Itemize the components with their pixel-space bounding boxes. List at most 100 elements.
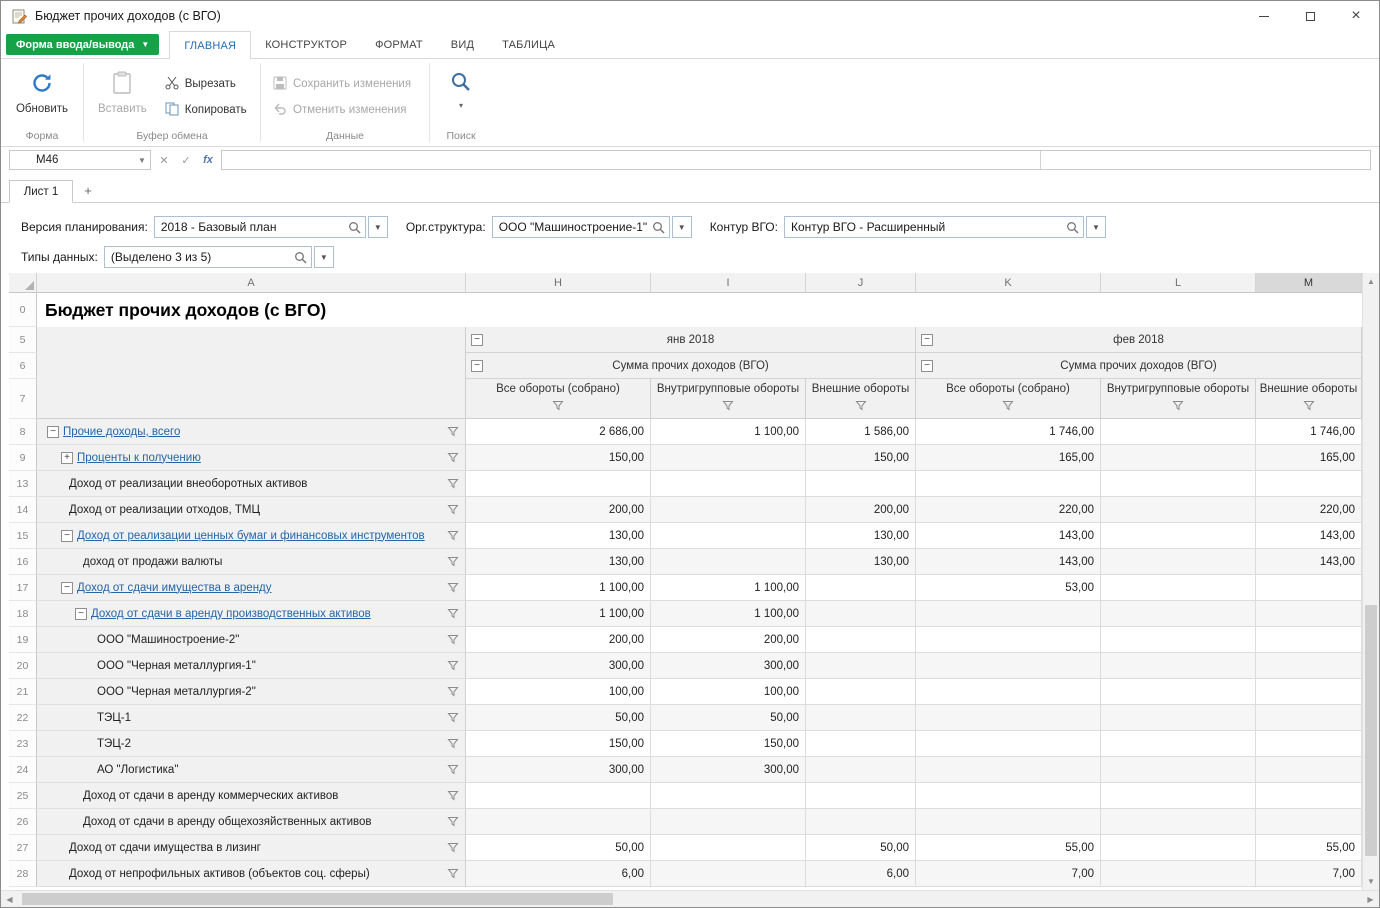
collapse-icon[interactable]: −	[61, 582, 73, 594]
row-label-cell[interactable]: −Доход от реализации ценных бумаг и фина…	[37, 523, 466, 549]
grid-cell[interactable]	[466, 471, 651, 497]
grid-cell[interactable]: 165,00	[1256, 445, 1362, 471]
formula-input[interactable]	[222, 151, 1040, 169]
ribbon-tab-3[interactable]: ВИД	[437, 31, 488, 58]
grid-cell[interactable]: 300,00	[651, 757, 806, 783]
maximize-button[interactable]	[1287, 1, 1333, 31]
grid-cell[interactable]: 50,00	[466, 835, 651, 861]
grid-cell[interactable]	[1256, 783, 1362, 809]
collapse-icon[interactable]: −	[471, 334, 483, 346]
filter-icon[interactable]	[447, 426, 459, 437]
grid-cell[interactable]	[1101, 627, 1256, 653]
grid-cell[interactable]	[806, 705, 916, 731]
row-header-21[interactable]: 21	[9, 679, 37, 705]
ribbon-tab-0[interactable]: ГЛАВНАЯ	[169, 31, 251, 59]
grid-cell[interactable]	[806, 601, 916, 627]
grid-cell[interactable]: 300,00	[651, 653, 806, 679]
collapse-icon[interactable]: −	[61, 530, 73, 542]
grid-cell[interactable]: 143,00	[1256, 523, 1362, 549]
grid-cell[interactable]	[466, 783, 651, 809]
paste-button[interactable]: Вставить	[90, 65, 155, 117]
filter-icon[interactable]	[1303, 400, 1315, 415]
row-header-5[interactable]: 5	[9, 327, 37, 353]
value-column-header[interactable]: Внутригрупповые обороты	[651, 379, 806, 419]
grid-cell[interactable]	[651, 445, 806, 471]
grid-cell[interactable]	[1101, 705, 1256, 731]
row-label-cell[interactable]: +Проценты к получению	[37, 445, 466, 471]
row-header-28[interactable]: 28	[9, 861, 37, 887]
column-header-H[interactable]: H	[466, 273, 651, 293]
grid-cell[interactable]: 6,00	[806, 861, 916, 887]
org-structure-field[interactable]	[492, 216, 670, 238]
row-label-cell[interactable]: ООО "Черная металлургия-2"	[37, 679, 466, 705]
grid-cell[interactable]: 55,00	[1256, 835, 1362, 861]
cancel-entry-button[interactable]: ✕	[155, 154, 173, 167]
row-header-27[interactable]: 27	[9, 835, 37, 861]
grid-cell[interactable]	[1101, 419, 1256, 445]
grid-cell[interactable]: 1 100,00	[651, 419, 806, 445]
grid-cell[interactable]: 55,00	[916, 835, 1101, 861]
collapse-icon[interactable]: −	[75, 608, 87, 620]
value-column-header[interactable]: Внешние обороты	[1256, 379, 1362, 419]
filter-icon[interactable]	[447, 634, 459, 645]
filter-icon[interactable]	[447, 452, 459, 463]
grid-cell[interactable]	[651, 835, 806, 861]
grid-cell[interactable]: 6,00	[466, 861, 651, 887]
grid-cell[interactable]	[1256, 471, 1362, 497]
grid-cell[interactable]: 1 746,00	[916, 419, 1101, 445]
filter-icon[interactable]	[447, 816, 459, 827]
cut-button[interactable]: Вырезать	[159, 73, 253, 95]
grid-cell[interactable]	[1256, 809, 1362, 835]
row-header-6[interactable]: 6	[9, 353, 37, 379]
horizontal-scrollbar[interactable]: ◀ ▶	[1, 890, 1379, 907]
ribbon-tab-2[interactable]: ФОРМАТ	[361, 31, 437, 58]
sheet-tab-list1[interactable]: Лист 1	[9, 180, 73, 203]
row-label-cell[interactable]: ООО "Машиностроение-2"	[37, 627, 466, 653]
row-header-7[interactable]: 7	[9, 379, 37, 419]
grid-cell[interactable]	[1101, 471, 1256, 497]
grid-cell[interactable]	[916, 731, 1101, 757]
grid-cell[interactable]	[916, 705, 1101, 731]
grid-cell[interactable]: 1 586,00	[806, 419, 916, 445]
org-structure-dropdown-button[interactable]: ▼	[672, 216, 692, 238]
select-all-corner[interactable]	[9, 273, 37, 293]
filter-icon[interactable]	[552, 400, 564, 415]
grid-cell[interactable]: 150,00	[466, 445, 651, 471]
grid-cell[interactable]: 1 100,00	[466, 601, 651, 627]
row-label-cell[interactable]: ТЭЦ-2	[37, 731, 466, 757]
org-structure-input[interactable]	[493, 217, 669, 237]
grid-cell[interactable]	[651, 497, 806, 523]
row-label[interactable]: Прочие доходы, всего	[63, 426, 180, 438]
filter-icon[interactable]	[447, 738, 459, 749]
grid-cell[interactable]	[1101, 861, 1256, 887]
filter-icon[interactable]	[447, 478, 459, 489]
save-changes-button[interactable]: Сохранить изменения	[267, 73, 417, 95]
filter-icon[interactable]	[447, 686, 459, 697]
collapse-icon[interactable]: −	[921, 334, 933, 346]
grid-cell[interactable]: 150,00	[466, 731, 651, 757]
vgo-contour-dropdown-button[interactable]: ▼	[1086, 216, 1106, 238]
row-header-9[interactable]: 9	[9, 445, 37, 471]
close-button[interactable]: ×	[1333, 1, 1379, 31]
column-header-M[interactable]: M	[1256, 273, 1362, 293]
filter-icon[interactable]	[447, 582, 459, 593]
filter-icon[interactable]	[1002, 400, 1014, 415]
grid-cell[interactable]	[806, 809, 916, 835]
grid-cell[interactable]: 50,00	[651, 705, 806, 731]
expand-icon[interactable]: +	[61, 452, 73, 464]
column-header-I[interactable]: I	[651, 273, 806, 293]
column-header-K[interactable]: K	[916, 273, 1101, 293]
grid-cell[interactable]: 50,00	[806, 835, 916, 861]
row-header-26[interactable]: 26	[9, 809, 37, 835]
grid-cell[interactable]: 200,00	[466, 627, 651, 653]
grid-cell[interactable]	[1256, 679, 1362, 705]
grid-cell[interactable]	[651, 523, 806, 549]
grid-cell[interactable]: 50,00	[466, 705, 651, 731]
minimize-button[interactable]	[1241, 1, 1287, 31]
grid-cell[interactable]	[806, 757, 916, 783]
value-column-header[interactable]: Внешние обороты	[806, 379, 916, 419]
filter-icon[interactable]	[447, 712, 459, 723]
filter-icon[interactable]	[447, 608, 459, 619]
grid-cell[interactable]: 143,00	[916, 549, 1101, 575]
grid-cell[interactable]	[916, 757, 1101, 783]
